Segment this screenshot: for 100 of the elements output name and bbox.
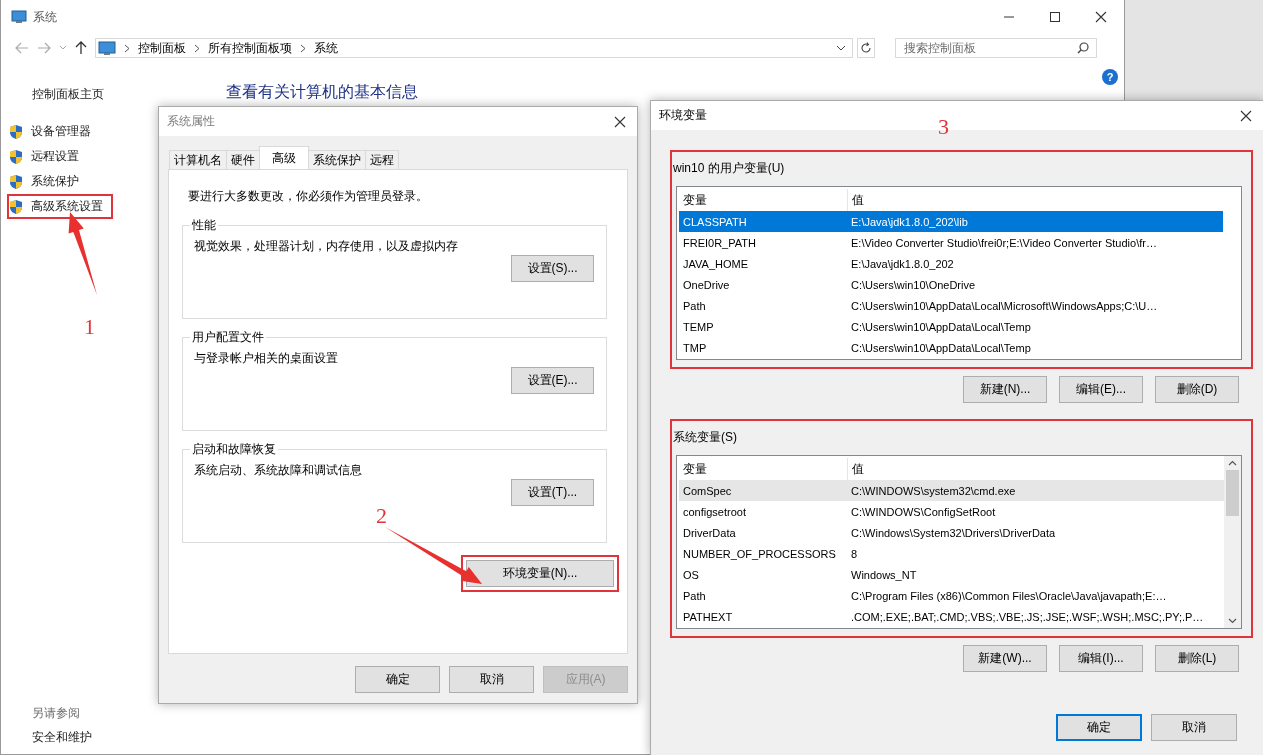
tab[interactable]: 远程 (365, 150, 399, 169)
annotation-number: 1 (84, 314, 95, 340)
list-row[interactable]: PATHEXT .COM;.EXE;.BAT;.CMD;.VBS;.VBE;.JS;.JSE;.WSF;.WSH;.MSC;.PY;.P… (679, 606, 1224, 627)
dialog-button[interactable]: 取消 (1151, 714, 1237, 741)
list-row[interactable]: NUMBER_OF_PROCESSORS 8 (679, 543, 1224, 564)
maximize-icon (1049, 11, 1061, 23)
group-title: 用户配置文件 (191, 329, 265, 346)
column-header[interactable]: 变量 (679, 189, 847, 211)
scrollbar[interactable] (1224, 456, 1241, 628)
table-cell-text: C:\Users\win10\AppData\Local\Microsoft\WindowsApps;C:\U… (850, 299, 1159, 312)
tab[interactable]: 计算机名 (169, 150, 227, 169)
shield-icon (9, 173, 23, 190)
table-cell-text: OneDrive (682, 278, 731, 291)
chevron-right-icon (300, 43, 306, 53)
list-row[interactable]: CLASSPATH E:\Java\jdk1.8.0_202\lib (679, 211, 1223, 232)
window-title: 系统 (33, 8, 57, 26)
breadcrumb-item[interactable]: 控制面板 (138, 39, 186, 57)
dialog-button[interactable]: 删除(D) (1155, 376, 1239, 403)
section-label: 另请参阅 (31, 705, 81, 722)
sidebar-link[interactable]: 系统保护 (7, 169, 89, 194)
refresh-button[interactable] (857, 38, 875, 58)
close-icon[interactable] (614, 115, 626, 128)
table-cell-text: E:\Video Converter Studio\frei0r;E:\Video Converter Studio\fr… (850, 236, 1158, 249)
settings-button[interactable]: 设置(S)... (511, 255, 594, 282)
dialog-button[interactable]: 新建(N)... (963, 376, 1047, 403)
table-cell-text: DriverData (682, 526, 737, 539)
table-cell-text: C:\Users\win10\OneDrive (850, 278, 977, 291)
dialog-button[interactable]: 编辑(E)... (1059, 376, 1143, 403)
scrollbar-thumb[interactable] (1226, 470, 1239, 516)
dropdown-chevron-icon[interactable] (836, 45, 846, 51)
table-cell-text: JAVA_HOME (682, 257, 749, 270)
table-cell-text: OS (682, 568, 700, 581)
table-cell-text: 8 (850, 547, 859, 560)
help-button[interactable]: ? (1102, 69, 1118, 85)
dialog-button[interactable]: 取消 (449, 666, 534, 693)
sidebar-link[interactable]: 远程设置 (7, 144, 89, 169)
table-cell-text: TMP (682, 341, 708, 354)
chevron-up-icon[interactable] (1228, 460, 1237, 466)
dialog-title: 系统属性 (167, 113, 215, 130)
annotation-number: 2 (376, 503, 387, 529)
list-row[interactable]: DriverData C:\Windows\System32\Drivers\DriverData (679, 522, 1224, 543)
dialog-button[interactable]: 确定 (355, 666, 440, 693)
group-title: 系统变量(S) (673, 429, 738, 446)
settings-button[interactable]: 设置(T)... (511, 479, 594, 506)
tab[interactable]: 系统保护 (308, 150, 366, 169)
sidebar-link[interactable]: 控制面板主页 (9, 82, 151, 107)
page-heading: 查看有关计算机的基本信息 (226, 82, 418, 102)
shield-icon (9, 198, 23, 215)
table-cell-text: E:\Java\jdk1.8.0_202 (850, 257, 955, 270)
list-row[interactable]: OS Windows_NT (679, 564, 1224, 585)
list-row[interactable]: TMP C:\Users\win10\AppData\Local\Temp (679, 337, 1223, 358)
group-description: 系统启动、系统故障和调试信息 (194, 462, 363, 479)
search-icon (1077, 42, 1089, 54)
list-row[interactable]: Path C:\Users\win10\AppData\Local\Microsoft\WindowsApps;C:\U… (679, 295, 1223, 316)
sidebar-link[interactable]: 设备管理器 (7, 119, 101, 144)
table-cell-text: C:\Windows\System32\Drivers\DriverData (850, 526, 1057, 539)
tab[interactable]: 高级 (259, 146, 309, 169)
list-row[interactable]: Path C:\Program Files (x86)\Common Files\Oracle\Java\javapath;E:… (679, 585, 1224, 606)
sidebar-link[interactable]: 高级系统设置 (7, 194, 113, 219)
dialog-button[interactable]: 删除(L) (1155, 645, 1239, 672)
dialog-button[interactable]: 编辑(I)... (1059, 645, 1143, 672)
notice-text: 要进行大多数更改，你必须作为管理员登录。 (187, 188, 429, 205)
shield-icon (9, 148, 23, 165)
monitor-icon (98, 40, 116, 56)
list-row[interactable]: TEMP C:\Users\win10\AppData\Local\Temp (679, 316, 1223, 337)
list-row[interactable]: configsetroot C:\WINDOWS\ConfigSetRoot (679, 501, 1224, 522)
dialog-button[interactable]: 新建(W)... (963, 645, 1047, 672)
table-cell-text: configsetroot (682, 505, 747, 518)
dialog-title: 环境变量 (659, 107, 707, 124)
sidebar-link[interactable]: 安全和维护 (9, 725, 151, 750)
table-cell-text: C:\WINDOWS\ConfigSetRoot (850, 505, 997, 518)
breadcrumb-item[interactable]: 系统 (314, 39, 338, 57)
list-row[interactable]: FREI0R_PATH E:\Video Converter Studio\frei0r;E:\Video Converter Studio\fr… (679, 232, 1223, 253)
list-row[interactable]: ComSpec C:\WINDOWS\system32\cmd.exe (679, 480, 1224, 501)
shield-icon (9, 123, 23, 140)
table-cell-text: Path (682, 299, 707, 312)
up-arrow-icon[interactable] (75, 41, 87, 55)
table-cell-text: C:\Users\win10\AppData\Local\Temp (850, 320, 1032, 333)
address-bar[interactable]: 控制面板 所有控制面板项 系统 (95, 38, 853, 58)
table-cell-text: .COM;.EXE;.BAT;.CMD;.VBS;.VBE;.JS;.JSE;.WSF;.WSH;.MSC;.PY;.P… (850, 610, 1205, 623)
close-icon[interactable] (1095, 11, 1107, 23)
tab[interactable]: 硬件 (226, 150, 260, 169)
table-cell-text: ComSpec (682, 484, 733, 497)
dialog-button[interactable]: 确定 (1056, 714, 1142, 741)
breadcrumb-item[interactable]: 所有控制面板项 (208, 39, 292, 57)
table-cell-text: C:\Program Files (x86)\Common Files\Oracle\Java\javapath;E:… (850, 589, 1168, 602)
column-header[interactable]: 变量 (679, 458, 847, 480)
table-cell-text: NUMBER_OF_PROCESSORS (682, 547, 837, 560)
table-cell-text: Windows_NT (850, 568, 918, 581)
close-icon[interactable] (1240, 109, 1252, 122)
settings-button[interactable]: 设置(E)... (511, 367, 594, 394)
monitor-icon (11, 10, 27, 24)
table-cell-text: C:\Users\win10\AppData\Local\Temp (850, 341, 1032, 354)
list-row[interactable]: OneDrive C:\Users\win10\OneDrive (679, 274, 1223, 295)
group-title: win10 的用户变量(U) (673, 160, 786, 177)
list-row[interactable]: JAVA_HOME E:\Java\jdk1.8.0_202 (679, 253, 1223, 274)
search-field[interactable]: 搜索控制面板 (895, 38, 1097, 58)
table-cell-text: TEMP (682, 320, 715, 333)
chevron-down-icon[interactable] (1228, 618, 1237, 624)
environment-variables-button[interactable]: 环境变量(N)... (466, 560, 614, 587)
